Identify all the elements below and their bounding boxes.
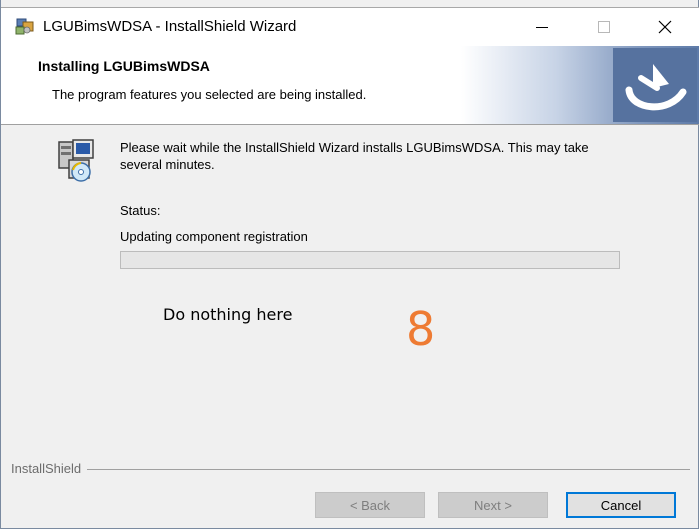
back-button[interactable]: < Back [315, 492, 425, 518]
maximize-button[interactable] [581, 12, 627, 42]
footer-divider [11, 469, 690, 470]
window-title: LGUBimsWDSA - InstallShield Wizard [43, 18, 297, 35]
installer-window: LGUBimsWDSA - InstallShield Wizard Insta… [0, 0, 699, 529]
install-progress-bar [120, 251, 620, 269]
close-icon [658, 20, 672, 34]
header-banner: Installing LGUBimsWDSA The program featu… [1, 46, 699, 125]
annotation-hint: Do nothing here [163, 305, 293, 324]
installshield-brand: InstallShield [11, 461, 88, 476]
next-button[interactable]: Next > [438, 492, 548, 518]
annotation-number: 8 [406, 302, 436, 356]
minimize-icon [536, 27, 548, 28]
maximize-icon [598, 21, 610, 33]
page-subtitle: The program features you selected are be… [52, 87, 367, 102]
close-button[interactable] [642, 12, 688, 42]
installer-app-icon [15, 18, 34, 35]
status-label: Status: [120, 203, 161, 218]
minimize-button[interactable] [519, 12, 565, 42]
install-message: Please wait while the InstallShield Wiza… [120, 140, 589, 172]
installshield-logo-icon [613, 48, 697, 122]
cancel-button[interactable]: Cancel [566, 492, 676, 518]
setup-computer-icon [58, 139, 94, 182]
title-bar: LGUBimsWDSA - InstallShield Wizard [1, 7, 699, 46]
status-value: Updating component registration [120, 229, 308, 244]
page-title: Installing LGUBimsWDSA [38, 58, 210, 74]
